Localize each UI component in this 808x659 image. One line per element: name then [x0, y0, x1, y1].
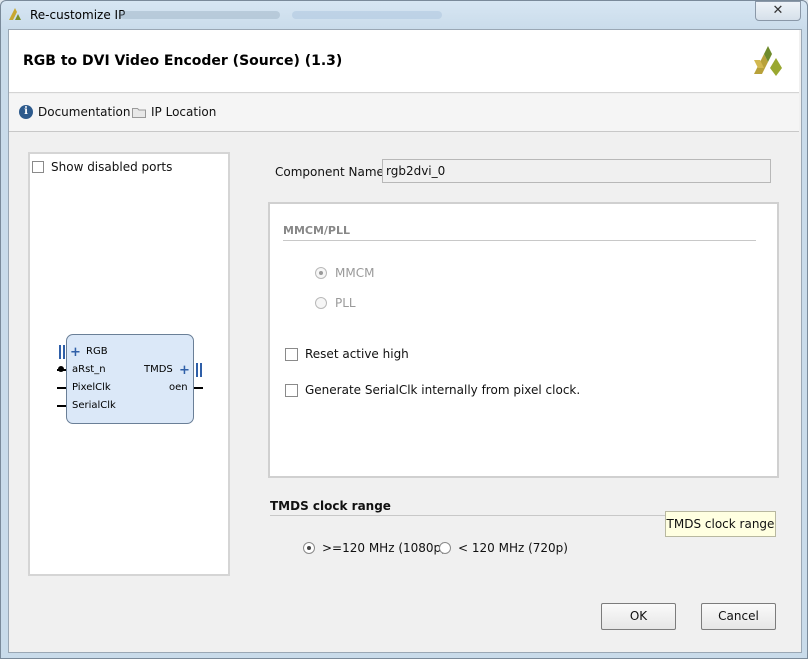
info-icon: i	[19, 105, 33, 119]
title-blur-1	[120, 11, 280, 19]
generate-serialclk-label: Generate SerialClk internally from pixel…	[305, 383, 581, 397]
pll-radio[interactable]	[315, 297, 327, 309]
reset-active-high-checkbox[interactable]	[285, 348, 298, 361]
folder-icon	[132, 107, 146, 118]
page-title: RGB to DVI Video Encoder (Source) (1.3)	[23, 53, 343, 69]
tmds-bus-pin-2	[200, 363, 202, 377]
show-disabled-ports-checkbox[interactable]	[32, 161, 44, 173]
component-name-label: Component Name	[275, 165, 384, 179]
close-button[interactable]: ✕	[755, 1, 801, 21]
port-tmds: TMDS	[144, 364, 173, 375]
mmcm-pll-separator	[283, 240, 756, 241]
component-name-input[interactable]: rgb2dvi_0	[382, 159, 771, 183]
window-title: Re-customize IP	[30, 8, 126, 22]
tmds-tooltip: TMDS clock range	[665, 511, 776, 537]
generate-serialclk-checkbox[interactable]	[285, 384, 298, 397]
tmds-clock-range-title: TMDS clock range	[270, 499, 391, 513]
pll-label: PLL	[335, 296, 356, 310]
oen-pin	[194, 387, 203, 389]
port-pixelclk: PixelClk	[72, 382, 111, 393]
mmcm-label: MMCM	[335, 266, 375, 280]
mmcm-pll-group	[268, 202, 779, 478]
arst-invert-icon	[58, 366, 64, 372]
port-oen: oen	[169, 382, 188, 393]
pixelclk-pin	[57, 387, 66, 389]
tmds-expand-icon[interactable]: +	[179, 363, 190, 378]
serialclk-pin	[57, 405, 66, 407]
mmcm-pll-title: MMCM/PLL	[283, 224, 351, 237]
tmds-separator	[270, 515, 665, 516]
vivado-logo-icon	[9, 8, 21, 20]
tmds-1080p-radio[interactable]	[303, 542, 315, 554]
tmds-720p-radio[interactable]	[439, 542, 451, 554]
ip-location-button[interactable]: IP Location	[132, 105, 216, 119]
title-blur-2	[292, 11, 442, 19]
tmds-1080p-label: >=120 MHz (1080p)	[322, 541, 446, 555]
show-disabled-ports-label: Show disabled ports	[51, 160, 173, 174]
rgb-expand-icon[interactable]: +	[70, 345, 81, 360]
port-arst-n: aRst_n	[72, 364, 106, 375]
ok-button[interactable]: OK	[601, 603, 676, 630]
port-rgb: RGB	[86, 346, 108, 357]
tmds-720p-label: < 120 MHz (720p)	[458, 541, 568, 555]
mmcm-radio[interactable]	[315, 267, 327, 279]
cancel-button[interactable]: Cancel	[701, 603, 776, 630]
xilinx-logo-icon	[754, 46, 782, 76]
documentation-button[interactable]: i Documentation	[19, 105, 131, 119]
documentation-label: Documentation	[38, 105, 131, 119]
rgb-bus-pin	[59, 345, 61, 359]
port-serialclk: SerialClk	[72, 400, 116, 411]
tmds-bus-pin	[196, 363, 198, 377]
rgb-bus-pin-2	[63, 345, 65, 359]
ip-location-label: IP Location	[151, 105, 217, 119]
reset-active-high-label: Reset active high	[305, 347, 409, 361]
